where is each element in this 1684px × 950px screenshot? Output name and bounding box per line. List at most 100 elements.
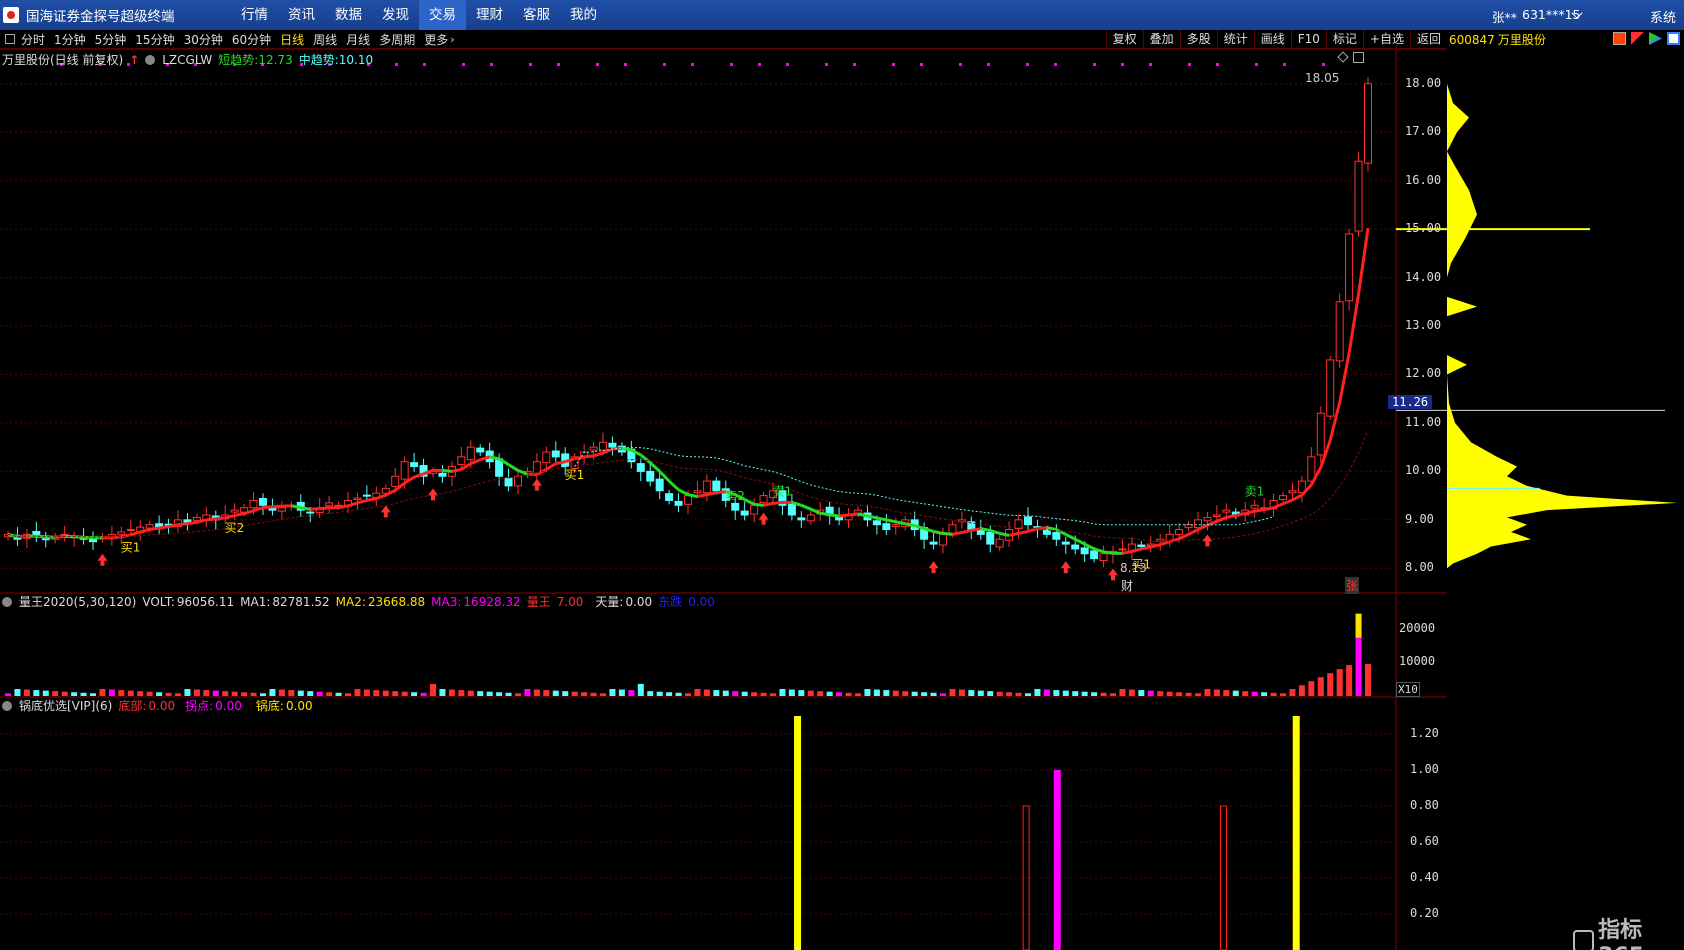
- period-15min[interactable]: 15分钟: [135, 31, 174, 48]
- short-trend-segment: [1254, 508, 1265, 513]
- tool-adjust-button[interactable]: 复权: [1105, 30, 1143, 49]
- candle-up: [1279, 495, 1287, 500]
- nav-news[interactable]: 资讯: [278, 0, 325, 30]
- candle-up: [1326, 359, 1335, 417]
- candle-up: [1288, 490, 1297, 494]
- chart-tools: 复权 叠加 多股 统计 画线 F10 标记 +自选 返回: [1105, 30, 1447, 49]
- candle-up: [145, 524, 154, 529]
- volume-indicator-name[interactable]: 量王2020(5,30,120): [19, 593, 136, 610]
- price-tick-label: 9.00: [1405, 511, 1434, 526]
- period-weekly[interactable]: 周线: [313, 31, 337, 48]
- tool-f10-button[interactable]: F10: [1290, 30, 1326, 49]
- finance-marker[interactable]: 财: [1121, 577, 1133, 594]
- volume-bar: [146, 691, 153, 696]
- candle-up: [1175, 529, 1184, 535]
- volume-bar: [1157, 691, 1164, 696]
- period-monthly[interactable]: 月线: [346, 31, 370, 48]
- candle-up: [1316, 412, 1325, 456]
- volume-bar: [826, 691, 833, 696]
- collapse-panel-icon[interactable]: [1353, 52, 1364, 63]
- period-5min[interactable]: 5分钟: [95, 31, 127, 48]
- volume-bar: [90, 693, 96, 696]
- signal-label: 卖1: [772, 484, 792, 498]
- volume-bar: [297, 690, 304, 696]
- short-trend-segment: [1046, 526, 1057, 532]
- period-timeshare[interactable]: 分时: [21, 31, 45, 48]
- period-30min[interactable]: 30分钟: [184, 31, 223, 48]
- period-1min[interactable]: 1分钟: [54, 31, 86, 48]
- user-account[interactable]: 631***15: [1522, 7, 1581, 22]
- bottom-signal-bar: [1292, 716, 1300, 950]
- period-multi[interactable]: 多周期: [379, 31, 415, 48]
- volume-bar: [958, 689, 965, 696]
- tool-back-button[interactable]: 返回: [1409, 30, 1447, 49]
- volume-bar: [741, 691, 748, 696]
- period-60min[interactable]: 60分钟: [232, 31, 271, 48]
- stock-code: 600847: [1449, 32, 1495, 47]
- arrow-icon[interactable]: [1649, 32, 1662, 45]
- volume-bar: [1100, 692, 1107, 696]
- tool-stats-button[interactable]: 统计: [1216, 30, 1254, 49]
- candle-up: [1203, 516, 1212, 522]
- volume-bar: [1053, 690, 1060, 696]
- system-menu[interactable]: 系统: [1650, 7, 1676, 26]
- tool-multi-stock-button[interactable]: 多股: [1179, 30, 1217, 49]
- top-dot: [663, 63, 666, 66]
- chart-icon[interactable]: [1613, 32, 1626, 45]
- volume-bar: [628, 690, 635, 696]
- period-more[interactable]: 更多: [424, 31, 448, 48]
- tool-mark-button[interactable]: 标记: [1325, 30, 1363, 49]
- short-trend-segment: [819, 511, 830, 517]
- volume-bar: [278, 689, 285, 696]
- period-daily[interactable]: 日线: [280, 31, 304, 48]
- volt-label: VOLT:: [142, 594, 175, 609]
- volume-bar: [996, 691, 1003, 696]
- tool-overlay-button[interactable]: 叠加: [1142, 30, 1180, 49]
- pot-label: 锅底:: [255, 699, 284, 713]
- short-trend-segment: [895, 520, 906, 526]
- nav-discover[interactable]: 发现: [372, 0, 419, 30]
- candle-up: [693, 490, 702, 494]
- indicator-name[interactable]: LZCGLW: [162, 53, 212, 67]
- bottom-settings-icon[interactable]: [2, 700, 12, 711]
- volume-bar: [354, 689, 361, 696]
- bottom-indicator-name[interactable]: 锅底优选[VIP](6): [19, 697, 112, 714]
- nav-service[interactable]: 客服: [513, 0, 560, 30]
- grid-icon[interactable]: [1667, 32, 1680, 45]
- nav-finance[interactable]: 理财: [466, 0, 513, 30]
- volume-bar: [675, 692, 682, 696]
- tool-draw-button[interactable]: 画线: [1253, 30, 1291, 49]
- candle-down: [608, 442, 617, 448]
- candle-down: [1061, 541, 1070, 545]
- panel-toggle-icon[interactable]: [5, 34, 15, 44]
- short-trend-segment: [867, 514, 878, 520]
- sky-value: 0.00: [625, 594, 653, 609]
- signal-label: 卖2: [725, 489, 745, 503]
- nav-market[interactable]: 行情: [231, 0, 278, 30]
- candle-down: [504, 477, 513, 487]
- bottom-tick-label: 0.80: [1410, 798, 1439, 812]
- price-tick-label: 16.00: [1405, 172, 1442, 187]
- nav-data[interactable]: 数据: [325, 0, 372, 30]
- volume-settings-icon[interactable]: [2, 596, 12, 607]
- king-label: 量王: [526, 595, 551, 609]
- user-name[interactable]: 张**: [1492, 7, 1517, 26]
- volume-bar: [307, 691, 314, 696]
- nav-mine[interactable]: 我的: [560, 0, 607, 30]
- watermark-text: 指标365: [1598, 918, 1644, 950]
- limit-up-marker[interactable]: 张: [1345, 577, 1360, 594]
- period-toolbar: 分时 1分钟 5分钟 15分钟 30分钟 60分钟 日线 周线 月线 多周期 更…: [0, 30, 1447, 49]
- volume-unit: X10: [1396, 682, 1420, 697]
- chevron-right-icon[interactable]: ›: [450, 33, 454, 46]
- volume-bar: [316, 691, 323, 696]
- sky-label: 天量:: [595, 595, 624, 609]
- indicator-settings-icon[interactable]: [145, 54, 156, 65]
- nav-trade[interactable]: 交易: [419, 0, 466, 30]
- tool-add-watchlist-button[interactable]: +自选: [1362, 30, 1410, 49]
- volume-bar: [496, 692, 503, 696]
- short-trend-segment: [753, 502, 764, 507]
- candle-up: [514, 475, 522, 487]
- candle-up: [325, 502, 334, 507]
- volume-bar: [184, 689, 191, 696]
- flag-icon[interactable]: [1631, 32, 1644, 45]
